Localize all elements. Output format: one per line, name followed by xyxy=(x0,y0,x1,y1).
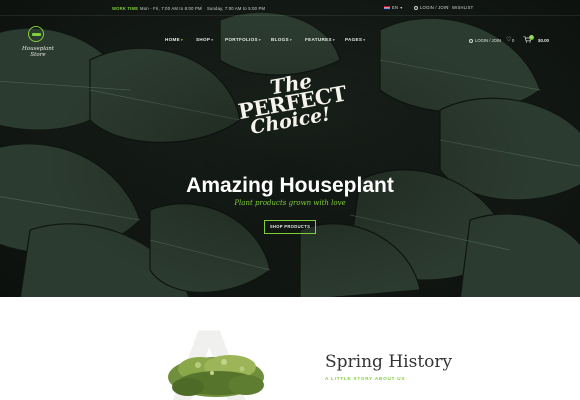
hero-title: Amazing Houseplant xyxy=(186,174,394,197)
topbar-wishlist-label: WISHLIST xyxy=(451,5,474,10)
nav-label: BLOGS xyxy=(271,37,289,42)
work-time-label: WORK TIME xyxy=(112,6,139,11)
nav-label: FEATURES xyxy=(305,37,332,42)
chevron-down-icon: ▾ xyxy=(332,38,335,42)
sunday-hours: Sunday, 7:00 AM to 5:00 PM xyxy=(207,6,266,11)
hero-overlay xyxy=(0,0,580,297)
cart-total: $0.00 xyxy=(538,38,549,43)
nav-item-home[interactable]: HOME▾ xyxy=(165,37,183,42)
chevron-down-icon: ▾ xyxy=(211,38,214,42)
section-subtitle: A LITTLE STORY ABOUT US xyxy=(325,376,406,381)
section-title: Spring History xyxy=(325,352,453,372)
nav-item-features[interactable]: FEATURES▾ xyxy=(305,37,335,42)
topbar-wishlist-link[interactable]: ♡ WISHLIST xyxy=(446,5,473,10)
about-section: A Spring History A LITTLE STORY ABOUT US xyxy=(0,297,580,400)
user-icon xyxy=(469,38,473,43)
language-selector[interactable]: EN ▾ xyxy=(384,5,403,10)
nav-item-shop[interactable]: SHOP▾ xyxy=(196,37,213,42)
wishlist-count: 0 xyxy=(512,38,515,43)
nav-label: SHOP xyxy=(196,37,211,42)
heart-icon: ♡ xyxy=(446,5,450,10)
topbar-login-label: LOGIN / JOIN xyxy=(420,5,449,10)
chevron-down-icon: ▾ xyxy=(258,38,261,42)
nav-item-pages[interactable]: PAGES▾ xyxy=(345,37,365,42)
header-login-label: LOGIN / JOIN xyxy=(475,38,502,43)
shop-products-button[interactable]: SHOP PRODUCTS xyxy=(264,220,316,234)
weekday-hours: Mon - Fri, 7:00 AM to 8:00 PM xyxy=(140,6,202,11)
header-login-link[interactable]: LOGIN / JOIN xyxy=(469,38,501,43)
top-bar: WORK TIME Mon - Fri, 7:00 AM to 8:00 PM … xyxy=(0,0,580,16)
flag-icon xyxy=(384,5,390,10)
cart-count-badge: 0 xyxy=(529,35,534,40)
chevron-down-icon: ▾ xyxy=(180,38,184,42)
brand-name[interactable]: Houseplant Store xyxy=(18,46,58,58)
chevron-down-icon: ▾ xyxy=(363,38,366,42)
nav-item-portfolios[interactable]: PORTFOLIOS▾ xyxy=(225,37,261,42)
nav-label: HOME xyxy=(165,37,180,42)
plant-image xyxy=(168,355,264,397)
user-icon xyxy=(414,5,418,10)
divider: | xyxy=(201,5,203,10)
nav-item-blogs[interactable]: BLOGS▾ xyxy=(271,37,292,42)
nav-label: PAGES xyxy=(345,37,363,42)
perfect-choice-badge: The PERFECT Choice! xyxy=(236,69,348,139)
hero-section: WORK TIME Mon - Fri, 7:00 AM to 8:00 PM … xyxy=(0,0,580,297)
logo-icon[interactable] xyxy=(28,26,44,42)
chevron-down-icon: ▾ xyxy=(289,38,292,42)
hero-subtitle: Plant products grown with love xyxy=(234,199,346,207)
heart-icon[interactable]: ♡ xyxy=(506,36,511,43)
nav-label: PORTFOLIOS xyxy=(225,37,258,42)
topbar-login-link[interactable]: LOGIN / JOIN xyxy=(414,5,448,10)
language-label: EN xyxy=(392,5,399,10)
chevron-down-icon: ▾ xyxy=(400,5,403,10)
